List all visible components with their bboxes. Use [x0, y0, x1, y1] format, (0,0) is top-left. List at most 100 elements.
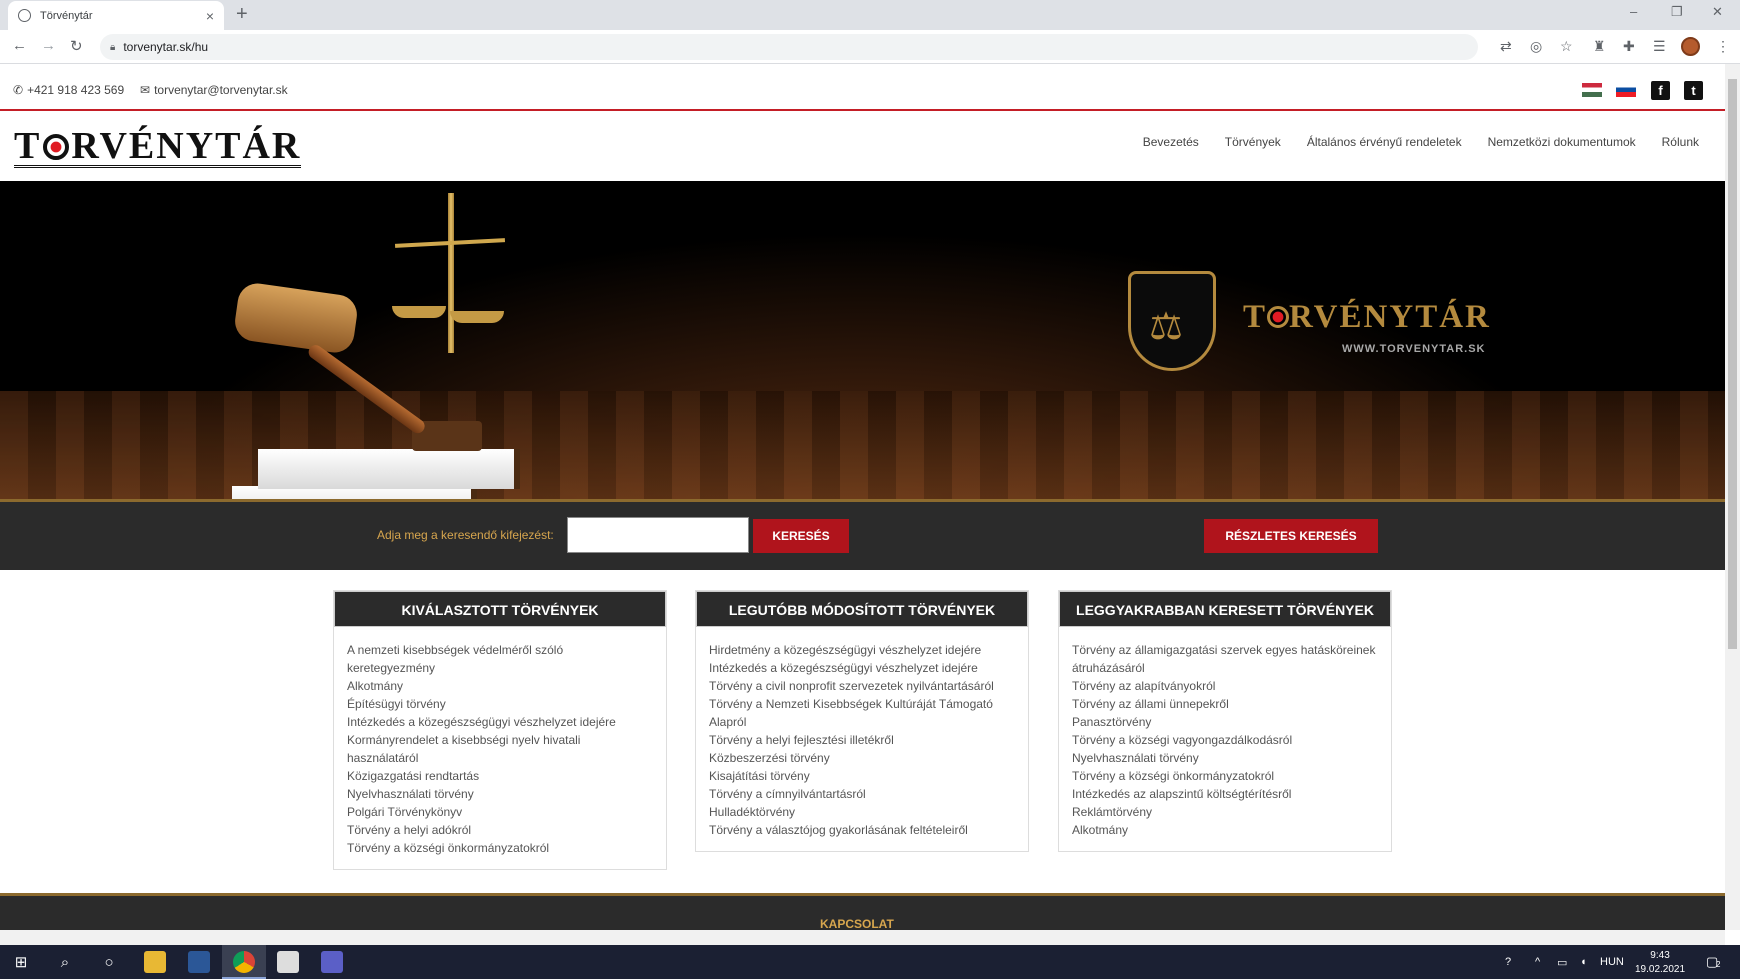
- law-link[interactable]: Törvény a Nemzeti Kisebbségek Kultúráját…: [709, 695, 1015, 731]
- horizontal-scrollbar[interactable]: [0, 930, 1725, 945]
- hero-banner: ⚖ T RVÉNYTÁR WWW.TORVENYTAR.SK: [0, 181, 1725, 499]
- contact-bar: ✆ +421 918 423 569 ✉ torvenytar@torvenyt…: [0, 64, 1725, 111]
- law-link[interactable]: Törvény a községi vagyongazdálkodásról: [1072, 731, 1378, 749]
- footer-title: KAPCSOLAT: [820, 917, 894, 930]
- law-link[interactable]: Intézkedés a közegészségügyi vészhelyzet…: [347, 713, 653, 731]
- back-icon[interactable]: ←: [12, 37, 27, 54]
- nav-bevezetes[interactable]: Bevezetés: [1143, 135, 1199, 149]
- clock-time: 9:43: [1650, 950, 1670, 961]
- envelope-icon: ✉: [140, 83, 151, 97]
- law-link[interactable]: Törvény a civil nonprofit szervezetek ny…: [709, 677, 1015, 695]
- network-icon[interactable]: ▭: [1557, 956, 1567, 969]
- law-link[interactable]: Hirdetmény a közegészségügyi vészhelyzet…: [709, 641, 1015, 659]
- search-input[interactable]: [567, 517, 749, 553]
- law-link[interactable]: Törvény a községi önkormányzatokról: [347, 839, 653, 857]
- volume-icon[interactable]: ◖: [1580, 956, 1587, 968]
- law-link[interactable]: Építésügyi törvény: [347, 695, 653, 713]
- law-list: A nemzeti kisebbségek védelméről szóló k…: [334, 627, 666, 869]
- nav-rolunk[interactable]: Rólunk: [1662, 135, 1699, 149]
- law-link[interactable]: Hulladéktörvény: [709, 803, 1015, 821]
- law-link[interactable]: Alkotmány: [347, 677, 653, 695]
- nav-rendeletek[interactable]: Általános érvényű rendeletek: [1307, 135, 1462, 149]
- web-page: ✆ +421 918 423 569 ✉ torvenytar@torvenyt…: [0, 64, 1725, 930]
- law-link[interactable]: Kormányrendelet a kisebbségi nyelv hivat…: [347, 731, 653, 767]
- law-link[interactable]: Törvény a helyi fejlesztési illetékről: [709, 731, 1015, 749]
- hero-brand-url: WWW.TORVENYTAR.SK: [1342, 343, 1486, 355]
- law-link[interactable]: Intézkedés a közegészségügyi vészhelyzet…: [709, 659, 1015, 677]
- language-indicator[interactable]: HUN: [1600, 956, 1624, 968]
- law-link[interactable]: Reklámtörvény: [1072, 803, 1378, 821]
- advanced-search-button[interactable]: RÉSZLETES KERESÉS: [1204, 519, 1378, 553]
- chrome-icon[interactable]: [233, 951, 255, 973]
- extensions-icon[interactable]: ✚: [1623, 38, 1635, 55]
- law-link[interactable]: Nyelvhasználati törvény: [347, 785, 653, 803]
- law-list: Hirdetmény a közegészségügyi vészhelyzet…: [696, 627, 1028, 851]
- search-icon[interactable]: ⌕: [56, 954, 74, 972]
- nav-torvenyek[interactable]: Törvények: [1225, 135, 1281, 149]
- word-icon[interactable]: [188, 951, 210, 973]
- restore-button[interactable]: ❐: [1671, 4, 1683, 20]
- bookmark-star-icon[interactable]: ☆: [1560, 38, 1573, 55]
- law-link[interactable]: Intézkedés az alapszintű költségtérítésr…: [1072, 785, 1378, 803]
- slovak-flag-icon[interactable]: [1616, 83, 1636, 97]
- url-text: torvenytar.sk/hu: [123, 40, 209, 54]
- law-link[interactable]: Törvény a választójog gyakorlásának felt…: [709, 821, 1015, 839]
- law-link[interactable]: Törvény az alapítványokról: [1072, 677, 1378, 695]
- teams-icon[interactable]: [321, 951, 343, 973]
- scale-pan-right: [450, 311, 504, 323]
- store-icon[interactable]: [277, 951, 299, 973]
- law-link[interactable]: Kisajátítási törvény: [709, 767, 1015, 785]
- reading-list-icon[interactable]: ☰: [1653, 38, 1666, 55]
- help-icon[interactable]: ?: [1505, 956, 1511, 968]
- law-link[interactable]: Törvény a helyi adókról: [347, 821, 653, 839]
- cortana-icon[interactable]: ○: [100, 954, 118, 972]
- law-link[interactable]: A nemzeti kisebbségek védelméről szóló k…: [347, 641, 653, 677]
- logo-text-left: T: [14, 125, 42, 167]
- profile-avatar[interactable]: [1681, 37, 1700, 56]
- scrollbar-thumb[interactable]: [1728, 79, 1737, 649]
- law-link[interactable]: Törvény a címnyilvántartásról: [709, 785, 1015, 803]
- law-list: Törvény az államigazgatási szervek egyes…: [1059, 627, 1391, 851]
- search-label: Adja meg a keresendő kifejezést:: [377, 528, 554, 542]
- law-link[interactable]: Törvény a községi önkormányzatokról: [1072, 767, 1378, 785]
- law-link[interactable]: Alkotmány: [1072, 821, 1378, 839]
- eye-off-icon[interactable]: ◎: [1530, 38, 1542, 55]
- law-link[interactable]: Panasztörvény: [1072, 713, 1378, 731]
- lock-icon: 🔒︎: [110, 41, 116, 53]
- window-close-button[interactable]: ✕: [1712, 4, 1723, 20]
- law-link[interactable]: Törvény az államigazgatási szervek egyes…: [1072, 641, 1378, 677]
- site-logo[interactable]: T RVÉNYTÁR: [14, 125, 302, 168]
- twitter-icon[interactable]: t: [1684, 81, 1703, 100]
- browser-tab[interactable]: Törvénytár ×: [8, 1, 224, 30]
- law-link[interactable]: Polgári Törvénykönyv: [347, 803, 653, 821]
- email-contact[interactable]: ✉ torvenytar@torvenytar.sk: [140, 83, 288, 97]
- tab-close-icon[interactable]: ×: [206, 8, 214, 24]
- address-bar[interactable]: 🔒︎ torvenytar.sk/hu: [100, 34, 1478, 60]
- law-link[interactable]: Közbeszerzési törvény: [709, 749, 1015, 767]
- panel-title: KIVÁLASZTOTT TÖRVÉNYEK: [334, 591, 666, 627]
- vertical-scrollbar[interactable]: [1725, 64, 1740, 930]
- law-link[interactable]: Nyelvhasználati törvény: [1072, 749, 1378, 767]
- hungarian-flag-icon[interactable]: [1582, 83, 1602, 97]
- translate-icon[interactable]: ⇄: [1500, 38, 1512, 55]
- search-button[interactable]: KERESÉS: [753, 519, 849, 553]
- file-explorer-icon[interactable]: [144, 951, 166, 973]
- facebook-icon[interactable]: f: [1651, 81, 1670, 100]
- windows-taskbar: ⊞ ⌕ ○ ? ^ ▭ ◖ HUN 9:43 19.02.2021 ▢ 2: [0, 945, 1740, 979]
- menu-icon[interactable]: ⋮: [1716, 38, 1730, 55]
- phone-contact[interactable]: ✆ +421 918 423 569: [13, 83, 124, 97]
- panel-selected-laws: KIVÁLASZTOTT TÖRVÉNYEK A nemzeti kisebbs…: [333, 590, 667, 870]
- tray-chevron-icon[interactable]: ^: [1535, 956, 1540, 968]
- hero-brand-right: RVÉNYTÁR: [1289, 299, 1491, 335]
- minimize-button[interactable]: –: [1630, 4, 1637, 19]
- new-tab-button[interactable]: +: [236, 3, 248, 26]
- law-link[interactable]: Törvény az állami ünnepekről: [1072, 695, 1378, 713]
- forward-icon[interactable]: →: [41, 37, 56, 54]
- clock-date: 19.02.2021: [1635, 964, 1686, 975]
- windows-start-icon[interactable]: ⊞: [12, 954, 30, 972]
- law-link[interactable]: Közigazgatási rendtartás: [347, 767, 653, 785]
- reload-icon[interactable]: ↻: [70, 37, 83, 55]
- nav-nemzetkozi[interactable]: Nemzetközi dokumentumok: [1488, 135, 1636, 149]
- clock[interactable]: 9:43 19.02.2021: [1635, 949, 1685, 977]
- incognito-icon[interactable]: ♜: [1593, 38, 1606, 55]
